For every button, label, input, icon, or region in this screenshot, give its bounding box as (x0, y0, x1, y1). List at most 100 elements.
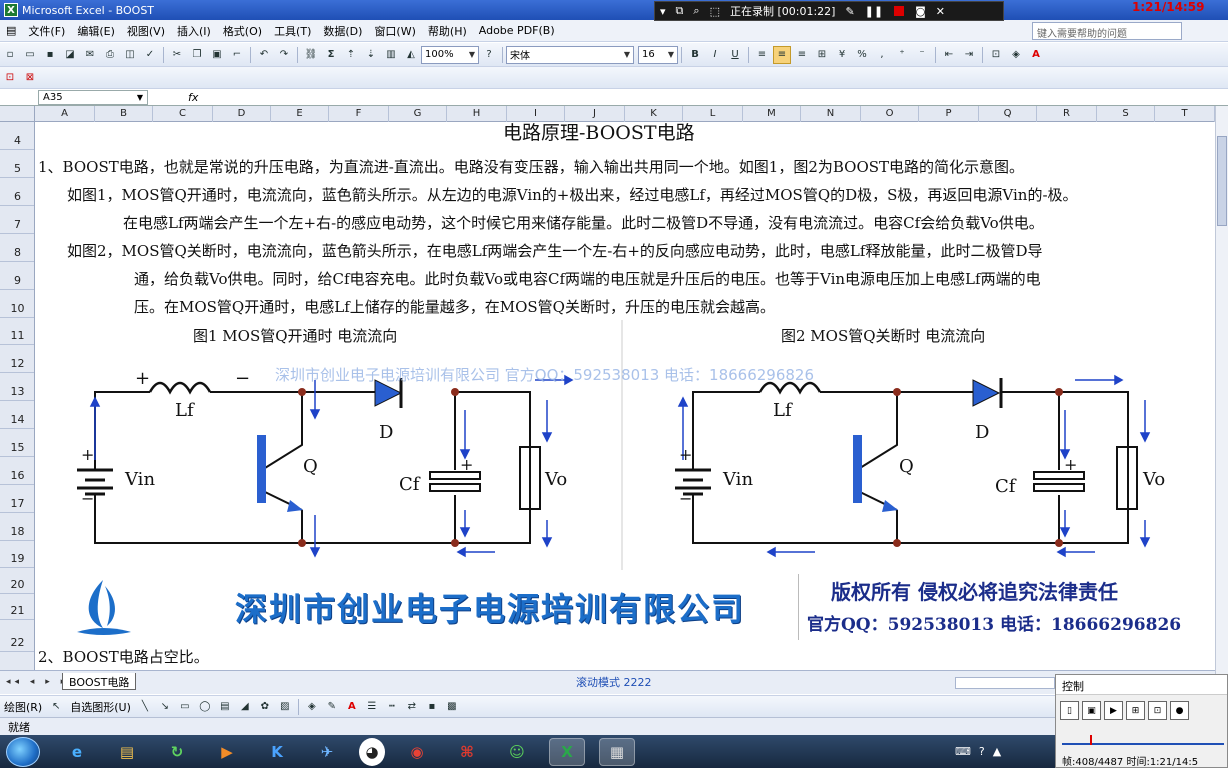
indent-icon[interactable]: ⇥ (960, 46, 978, 64)
picture-icon[interactable]: ▨ (276, 698, 294, 716)
increase-decimal-icon[interactable]: ⁺ (893, 46, 911, 64)
chart-icon[interactable]: ▥ (382, 46, 400, 64)
help-tray-icon[interactable]: ? (979, 745, 985, 758)
column-header-c[interactable]: C (153, 106, 213, 122)
hyperlink-icon[interactable]: ⛓ (302, 46, 320, 64)
k-app-icon[interactable]: K (259, 738, 295, 766)
column-header-t[interactable]: T (1155, 106, 1215, 122)
window-icon[interactable]: ⧉ (671, 4, 689, 18)
menu-format[interactable]: 格式(O) (217, 23, 268, 39)
refresh-app-icon[interactable]: ↻ (159, 738, 195, 766)
oval-icon[interactable]: ◯ (196, 698, 214, 716)
copy-icon[interactable]: ❐ (188, 46, 206, 64)
column-header-b[interactable]: B (95, 106, 153, 122)
select-all-corner[interactable] (0, 106, 35, 122)
currency-icon[interactable]: ¥ (833, 46, 851, 64)
clipart-icon[interactable]: ✿ (256, 698, 274, 716)
stop-icon[interactable]: ▣ (1082, 701, 1101, 720)
line-style-icon[interactable]: ☰ (363, 698, 381, 716)
new-icon[interactable]: ▫ (1, 46, 19, 64)
font-select[interactable]: 宋体 ▼ (506, 45, 634, 64)
autosum-icon[interactable]: Σ (322, 46, 340, 64)
arrow-style-icon[interactable]: ⇄ (403, 698, 421, 716)
network-icon[interactable]: ▲ (993, 745, 1001, 758)
bird-app-icon[interactable]: ✈ (309, 738, 345, 766)
line-color-icon[interactable]: ✎ (323, 698, 341, 716)
explorer-icon[interactable]: ▤ (109, 738, 145, 766)
drawing-icon[interactable]: ◭ (402, 46, 420, 64)
menu-window[interactable]: 窗口(W) (368, 23, 421, 39)
zoom-icon[interactable]: ⌕ (688, 4, 704, 18)
save-icon[interactable]: ▪ (41, 46, 59, 64)
timeline[interactable] (1062, 735, 1224, 745)
italic-button[interactable]: I (706, 46, 724, 64)
rectangle-icon[interactable]: ▭ (176, 698, 194, 716)
align-center-icon[interactable]: ≡ (773, 45, 791, 64)
column-header-s[interactable]: S (1097, 106, 1155, 122)
column-header-n[interactable]: N (801, 106, 861, 122)
shadow-icon[interactable]: ▪ (423, 698, 441, 716)
menu-edit[interactable]: 编辑(E) (71, 23, 121, 39)
horizontal-scrollbar[interactable] (955, 677, 1055, 689)
fill-color-icon[interactable]: ◈ (1007, 46, 1025, 64)
sort-asc-icon[interactable]: ⇡ (342, 46, 360, 64)
menu-help[interactable]: 帮助(H) (422, 23, 473, 39)
keyboard-icon[interactable]: ⌨ (955, 745, 971, 758)
help-search-input[interactable]: 键入需要帮助的问题 (1032, 22, 1182, 40)
column-header-d[interactable]: D (213, 106, 271, 122)
email-icon[interactable]: ✉ (81, 46, 99, 64)
arrow-icon[interactable]: ↘ (156, 698, 174, 716)
comma-icon[interactable]: , (873, 46, 891, 64)
row-header-4[interactable]: 4 (0, 122, 34, 150)
row-header-15[interactable]: 15 (0, 429, 34, 457)
chrome-icon[interactable]: ◉ (399, 738, 435, 766)
row-header-11[interactable]: 11 (0, 318, 34, 345)
fill-icon[interactable]: ◈ (303, 698, 321, 716)
scroll-thumb[interactable] (1217, 136, 1227, 226)
column-header-e[interactable]: E (271, 106, 329, 122)
row-header-20[interactable]: 20 (0, 568, 34, 594)
column-header-i[interactable]: I (507, 106, 565, 122)
bold-button[interactable]: B (686, 46, 704, 64)
menu-tools[interactable]: 工具(T) (268, 23, 317, 39)
stop-icon[interactable] (894, 6, 905, 16)
column-header-f[interactable]: F (329, 106, 389, 122)
excel-taskbar-icon[interactable]: X (549, 737, 585, 766)
align-left-icon[interactable]: ≡ (753, 46, 771, 64)
row-header-9[interactable]: 9 (0, 262, 34, 290)
3d-icon[interactable]: ▩ (443, 698, 461, 716)
percent-button[interactable]: % (853, 46, 871, 64)
redo-icon[interactable]: ↷ (275, 46, 293, 64)
vertical-scrollbar[interactable] (1215, 106, 1228, 676)
cut-icon[interactable]: ✂ (168, 46, 186, 64)
column-header-r[interactable]: R (1037, 106, 1097, 122)
outdent-icon[interactable]: ⇤ (940, 46, 958, 64)
playhead[interactable] (1090, 735, 1092, 745)
row-header-17[interactable]: 17 (0, 485, 34, 513)
help-icon[interactable]: ? (480, 46, 498, 64)
play-icon[interactable]: ▶ (1104, 701, 1123, 720)
select-arrow-icon[interactable]: ↖ (47, 698, 65, 716)
close-icon[interactable]: ✕ (931, 5, 950, 18)
undo-icon[interactable]: ↶ (255, 46, 273, 64)
menu-view[interactable]: 视图(V) (121, 23, 171, 39)
text-color-icon[interactable]: A (343, 698, 361, 716)
row-header-8[interactable]: 8 (0, 234, 34, 262)
line-icon[interactable]: ╲ (136, 698, 154, 716)
sheet-tab-boost[interactable]: BOOST电路 (62, 673, 137, 690)
wordart-icon[interactable]: ◢ (236, 698, 254, 716)
row-header-13[interactable]: 13 (0, 373, 34, 401)
column-header-h[interactable]: H (447, 106, 507, 122)
format-painter-icon[interactable]: ⌐ (228, 46, 246, 64)
column-header-g[interactable]: G (389, 106, 447, 122)
ie-icon[interactable]: e (59, 738, 95, 766)
column-header-p[interactable]: P (919, 106, 979, 122)
dash-style-icon[interactable]: ┅ (383, 698, 401, 716)
row-header-5[interactable]: 5 (0, 150, 34, 178)
name-box[interactable]: A35 ▼ (38, 89, 148, 105)
menu-icon[interactable]: ▾ (655, 5, 671, 18)
preview-icon[interactable]: ◫ (121, 46, 139, 64)
pause-icon[interactable]: ❚❚ (860, 5, 888, 18)
menu-adobe-pdf[interactable]: Adobe PDF(B) (473, 24, 561, 37)
pdf-email-icon[interactable]: ⊠ (21, 69, 39, 87)
